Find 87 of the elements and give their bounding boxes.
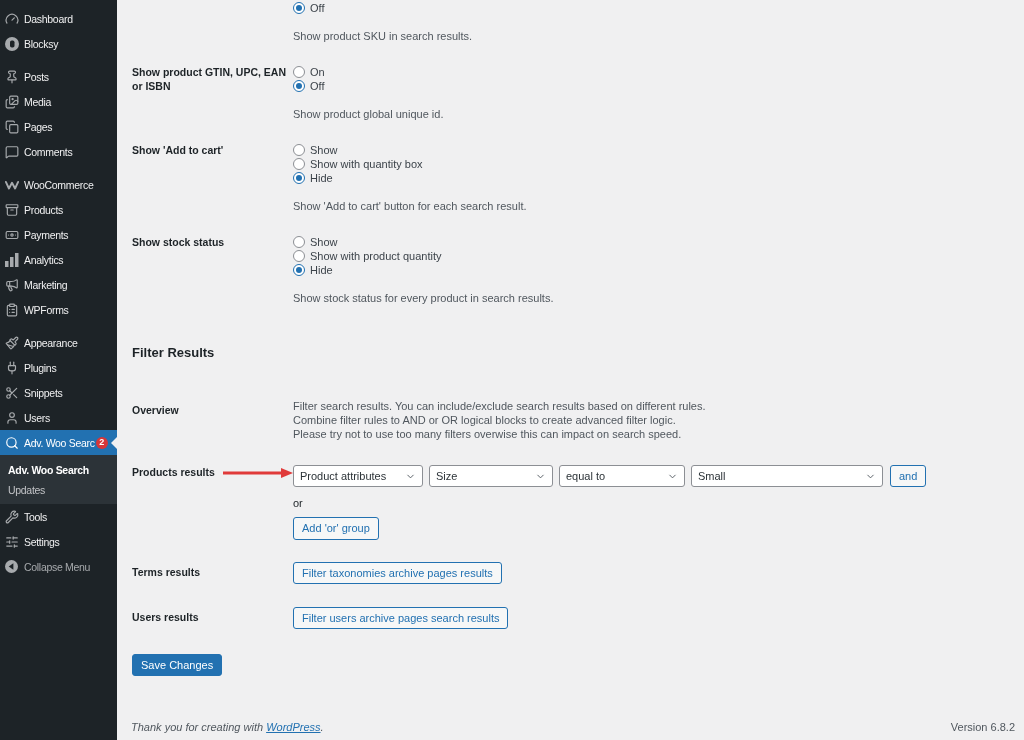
search-icon	[5, 435, 19, 450]
setting-description: Show product SKU in search results.	[293, 29, 473, 43]
pages-icon	[5, 119, 19, 134]
add-group-button[interactable]: Add 'or' group	[293, 517, 379, 540]
option-label[interactable]: Hide	[310, 263, 333, 277]
setting-description: Show product global unique id.	[293, 107, 444, 121]
dropdown-select[interactable]: Small	[691, 465, 883, 487]
option-label[interactable]: Show with product quantity	[310, 249, 442, 263]
pin-icon	[5, 69, 19, 84]
setting-label: Overview	[132, 404, 179, 416]
speech-bubble-icon	[5, 144, 19, 159]
wrench-icon	[5, 509, 19, 524]
dropdown-select[interactable]: Size	[429, 465, 553, 487]
menu-item[interactable]: Blocksy	[0, 31, 117, 56]
menu-item[interactable]: Products	[0, 197, 117, 222]
menu-item[interactable]: Posts	[0, 64, 117, 89]
images-icon	[5, 94, 19, 109]
user-icon	[5, 410, 19, 425]
round-logo-icon	[5, 36, 19, 51]
notification-badge: 2	[95, 436, 108, 449]
submenu-item[interactable]: Updates	[8, 480, 45, 500]
or-label: or	[293, 496, 303, 510]
dropdown-select[interactable]: Product attributes	[293, 465, 423, 487]
radio-button[interactable]	[293, 264, 305, 276]
menu-item[interactable]: Appearance	[0, 330, 117, 355]
setting-label: Show product GTIN, UPC, EAN or ISBN	[132, 65, 287, 93]
gauge-icon	[5, 11, 19, 26]
plug-icon	[5, 360, 19, 375]
option-label[interactable]: On	[310, 65, 325, 79]
setting-label: Show 'Add to cart'	[132, 143, 224, 157]
form-icon	[5, 302, 19, 317]
paintbrush-icon	[5, 335, 19, 350]
setting-label: Terms results	[132, 566, 201, 578]
option-label[interactable]: Hide	[310, 171, 333, 185]
radio-button[interactable]	[293, 2, 305, 14]
option-label[interactable]: Show	[310, 235, 338, 249]
footer-text: Thank you for creating with WordPress.	[131, 720, 324, 734]
zigzag-logo-icon	[5, 179, 19, 190]
menu-item[interactable]: Snippets	[0, 380, 117, 405]
menu-item[interactable]: Analytics	[0, 247, 117, 272]
radio-button[interactable]	[293, 236, 305, 248]
setting-label: Users results	[132, 611, 199, 623]
option-label[interactable]: Off	[310, 79, 325, 93]
menu-item[interactable]: Payments	[0, 222, 117, 247]
menu-item[interactable]: Marketing	[0, 272, 117, 297]
wordpress-link[interactable]: WordPress	[266, 721, 321, 733]
scissors-icon	[5, 385, 19, 400]
menu-item[interactable]: Dashboard	[0, 6, 117, 31]
menu-item[interactable]: Users	[0, 405, 117, 430]
overview-description: Filter search results. You can include/exclude search results based on different rules. Combine filter rules to AND or OR logical blocks to create advanced filter logic. Please try not to use too many filters overwise this can impact on search speed.	[293, 399, 706, 441]
menu-item[interactable]: Plugins	[0, 355, 117, 380]
radio-button[interactable]	[293, 144, 305, 156]
collapse-menu-button[interactable]: Collapse Menu	[0, 554, 91, 579]
option-label[interactable]: Off	[310, 1, 325, 15]
menu-item[interactable]: WPForms	[0, 297, 117, 322]
menu-item[interactable]: Media	[0, 89, 117, 114]
setting-label: Show stock status	[132, 235, 225, 249]
archive-box-icon	[5, 202, 19, 217]
radio-button[interactable]	[293, 158, 305, 170]
filter-button[interactable]: Filter taxonomies archive pages results	[293, 562, 502, 584]
and-button[interactable]: and	[890, 465, 927, 487]
collapse-icon	[5, 560, 18, 573]
setting-description: Show stock status for every product in search results.	[293, 291, 554, 305]
save-changes-button[interactable]: Save Changes	[132, 654, 223, 676]
radio-button[interactable]	[293, 66, 305, 78]
setting-description: Show 'Add to cart' button for each search result.	[293, 199, 527, 213]
menu-item[interactable]: Pages	[0, 114, 117, 139]
setting-label: Products results	[132, 465, 215, 479]
megaphone-icon	[5, 277, 19, 292]
sliders-icon	[5, 534, 19, 549]
menu-item[interactable]: Tools	[0, 504, 117, 529]
option-label[interactable]: Show with quantity box	[310, 157, 423, 171]
menu-item[interactable]: WooCommerce	[0, 172, 117, 197]
annotation-arrow	[223, 467, 293, 478]
section-heading: Filter Results	[132, 344, 215, 362]
menu-item[interactable]: Settings	[0, 529, 117, 554]
version-text: Version 6.8.2	[950, 720, 1015, 734]
option-label[interactable]: Show	[310, 143, 338, 157]
radio-button[interactable]	[293, 80, 305, 92]
submenu-item[interactable]: Adv. Woo Search	[8, 460, 89, 480]
dropdown-select[interactable]: equal to	[559, 465, 685, 487]
radio-button[interactable]	[293, 172, 305, 184]
filter-button[interactable]: Filter users archive pages search results	[293, 607, 509, 629]
menu-item[interactable]: Comments	[0, 139, 117, 164]
radio-button[interactable]	[293, 250, 305, 262]
bar-chart-icon	[5, 252, 19, 267]
menu-item[interactable]: Adv. Woo Searc 2	[0, 430, 117, 455]
